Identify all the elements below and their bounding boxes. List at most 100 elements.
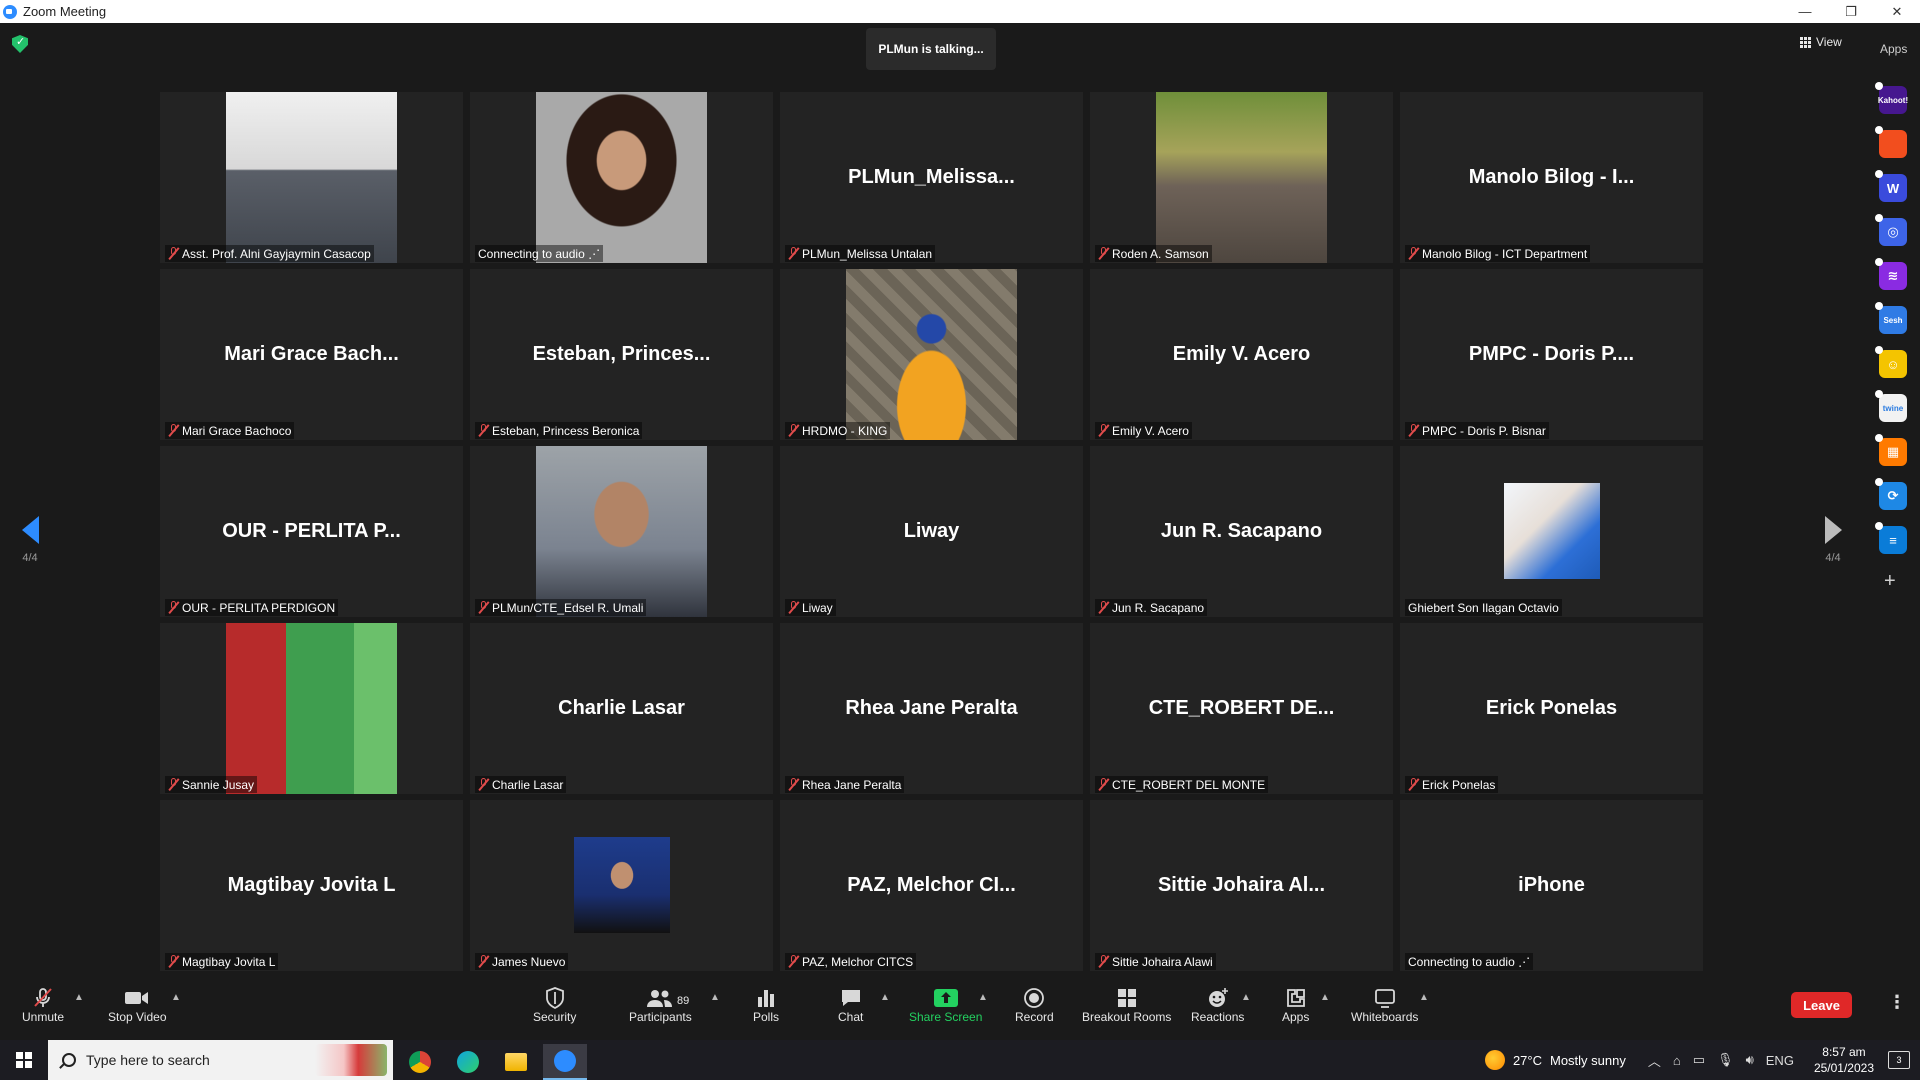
whiteboards-options-caret-icon[interactable]: ▲ bbox=[1419, 992, 1429, 1003]
twine-icon[interactable]: twine bbox=[1875, 390, 1907, 422]
temperature[interactable]: 27°C bbox=[1513, 1053, 1542, 1068]
taskbar-search-box[interactable]: Type here to search bbox=[48, 1040, 393, 1080]
system-clock[interactable]: 8:57 am 25/01/2023 bbox=[1814, 1044, 1874, 1076]
taskbar-chrome[interactable] bbox=[398, 1044, 442, 1080]
apps-sidebar: Kahoot! W ◎ ≋ Sesh ☺ twine ▦ ⟳ ≡ + bbox=[1875, 82, 1910, 593]
stop-video-button[interactable]: Stop Video bbox=[108, 986, 167, 1024]
participant-tile[interactable]: Asst. Prof. Alni Gayjaymin Casacop bbox=[160, 92, 463, 263]
participant-name-label: Jun R. Sacapano bbox=[1095, 599, 1208, 616]
stack-app-icon[interactable]: ≡ bbox=[1875, 522, 1907, 554]
participant-tile[interactable]: Mari Grace Bach... Mari Grace Bachoco bbox=[160, 269, 463, 440]
system-tray: 27°C Mostly sunny ︿ ⌂ ▭ 🎙︎ 🔊︎ ENG 8:57 a… bbox=[1484, 1040, 1920, 1080]
more-options-icon[interactable]: ⋮ bbox=[1888, 992, 1906, 1013]
participant-tile[interactable]: HRDMO - KING bbox=[780, 269, 1083, 440]
volume-icon[interactable]: 🔊︎ bbox=[1746, 1052, 1754, 1068]
close-button[interactable]: ✕ bbox=[1874, 0, 1920, 23]
whiteboards-button[interactable]: Whiteboards bbox=[1351, 986, 1418, 1024]
display-icon[interactable]: ▭ bbox=[1693, 1052, 1705, 1068]
participant-name: CTE_ROBERT DEL MONTE bbox=[1112, 777, 1266, 792]
unmute-button[interactable]: Unmute bbox=[22, 986, 64, 1024]
participant-tile[interactable]: Manolo Bilog - I... Manolo Bilog - ICT De… bbox=[1400, 92, 1703, 263]
participant-display-name: Manolo Bilog - I... bbox=[1468, 166, 1635, 188]
participant-tile[interactable]: Sannie Jusay bbox=[160, 623, 463, 794]
breakout-rooms-button[interactable]: Breakout Rooms bbox=[1082, 986, 1171, 1024]
participant-tile[interactable]: Connecting to audio ⋰ bbox=[470, 92, 773, 263]
share-options-caret-icon[interactable]: ▲ bbox=[978, 992, 988, 1003]
participant-display-name: Sittie Johaira Al... bbox=[1157, 874, 1326, 896]
participant-tile[interactable]: Sittie Johaira Al... Sittie Johaira Alawi bbox=[1090, 800, 1393, 971]
participant-tile[interactable]: James Nuevo bbox=[470, 800, 773, 971]
reactions-button[interactable]: Reactions bbox=[1191, 986, 1244, 1024]
chevron-up-icon[interactable]: ︿ bbox=[1648, 1051, 1661, 1070]
add-app-icon[interactable]: + bbox=[1884, 570, 1910, 593]
previous-page-button[interactable]: 4/4 bbox=[17, 516, 43, 564]
minimize-button[interactable]: — bbox=[1782, 0, 1828, 23]
muted-mic-icon bbox=[168, 424, 179, 437]
reactions-options-caret-icon[interactable]: ▲ bbox=[1241, 992, 1251, 1003]
share-screen-button[interactable]: Share Screen bbox=[909, 986, 982, 1024]
participant-tile[interactable]: PMPC - Doris P.... PMPC - Doris P. Bisnar bbox=[1400, 269, 1703, 440]
video-options-caret-icon[interactable]: ▲ bbox=[171, 992, 181, 1003]
participant-tile[interactable]: Esteban, Princes... Esteban, Princess Ber… bbox=[470, 269, 773, 440]
participant-tile[interactable]: PAZ, Melchor CI... PAZ, Melchor CITCS bbox=[780, 800, 1083, 971]
sync-app-icon[interactable]: ⟳ bbox=[1875, 478, 1907, 510]
app-badge-icon bbox=[1875, 258, 1883, 266]
weather-text[interactable]: Mostly sunny bbox=[1550, 1053, 1626, 1068]
participant-tile[interactable]: OUR - PERLITA P... OUR - PERLITA PERDIGON bbox=[160, 446, 463, 617]
kahoot-icon[interactable]: Kahoot! bbox=[1875, 82, 1908, 114]
participant-name-label: Rhea Jane Peralta bbox=[785, 776, 905, 793]
participant-tile[interactable]: PLMun_Melissa... PLMun_Melissa Untalan bbox=[780, 92, 1083, 263]
sesh-icon[interactable]: Sesh bbox=[1875, 302, 1907, 334]
participant-tile[interactable]: CTE_ROBERT DE... CTE_ROBERT DEL MONTE bbox=[1090, 623, 1393, 794]
participant-tile[interactable]: Erick Ponelas Erick Ponelas bbox=[1400, 623, 1703, 794]
chat-button[interactable]: Chat bbox=[838, 986, 863, 1024]
wordwall-icon[interactable]: W bbox=[1875, 170, 1907, 202]
app-label: Sesh bbox=[1883, 315, 1903, 325]
participant-name: Sannie Jusay bbox=[182, 777, 255, 792]
app-badge-icon bbox=[1875, 434, 1883, 442]
restore-button[interactable]: ❐ bbox=[1828, 0, 1874, 23]
leave-button[interactable]: Leave bbox=[1791, 992, 1852, 1018]
participant-tile[interactable]: Charlie Lasar Charlie Lasar bbox=[470, 623, 773, 794]
participant-tile[interactable]: Emily V. Acero Emily V. Acero bbox=[1090, 269, 1393, 440]
chat-options-caret-icon[interactable]: ▲ bbox=[880, 992, 890, 1003]
security-button[interactable]: Security bbox=[533, 986, 576, 1024]
microphone-icon[interactable]: 🎙︎ bbox=[1717, 1052, 1734, 1068]
participant-tile[interactable]: Liway Liway bbox=[780, 446, 1083, 617]
windows-start-icon[interactable] bbox=[16, 1052, 32, 1068]
apps-button[interactable]: Apps bbox=[1282, 986, 1309, 1024]
encryption-shield-icon[interactable] bbox=[12, 35, 28, 53]
participant-tile[interactable]: Ghiebert Son Ilagan Octavio bbox=[1400, 446, 1703, 617]
participant-tile[interactable]: Magtibay Jovita L Magtibay Jovita L bbox=[160, 800, 463, 971]
participant-name: Jun R. Sacapano bbox=[1112, 600, 1205, 615]
apps-options-caret-icon[interactable]: ▲ bbox=[1320, 992, 1330, 1003]
emoji-app-icon[interactable]: ☺ bbox=[1875, 346, 1907, 378]
next-page-button[interactable]: 4/4 bbox=[1820, 516, 1846, 564]
record-button[interactable]: Record bbox=[1015, 986, 1054, 1024]
participant-name: Charlie Lasar bbox=[492, 777, 564, 792]
taskbar-zoom[interactable] bbox=[543, 1044, 587, 1080]
participant-name: Connecting to audio ⋰ bbox=[1408, 954, 1531, 969]
polls-button[interactable]: Polls bbox=[753, 986, 779, 1024]
view-button[interactable]: View bbox=[1800, 32, 1842, 52]
notifications-icon[interactable]: 3 bbox=[1888, 1051, 1910, 1069]
grid-colors-app-icon[interactable]: ▦ bbox=[1875, 434, 1907, 466]
participant-tile[interactable]: iPhone Connecting to audio ⋰ bbox=[1400, 800, 1703, 971]
language-indicator[interactable]: ENG bbox=[1766, 1053, 1794, 1068]
participant-name-label: Emily V. Acero bbox=[1095, 422, 1192, 439]
network-icon[interactable]: ⌂ bbox=[1673, 1053, 1681, 1068]
blue-circle-app-icon[interactable]: ◎ bbox=[1875, 214, 1907, 246]
audio-options-caret-icon[interactable]: ▲ bbox=[74, 992, 84, 1003]
participant-tile[interactable]: Rhea Jane Peralta Rhea Jane Peralta bbox=[780, 623, 1083, 794]
participant-tile[interactable]: Roden A. Samson bbox=[1090, 92, 1393, 263]
participant-tile[interactable]: Jun R. Sacapano Jun R. Sacapano bbox=[1090, 446, 1393, 617]
participants-options-caret-icon[interactable]: ▲ bbox=[710, 992, 720, 1003]
red-app-icon[interactable] bbox=[1875, 126, 1907, 158]
participant-name-label: PLMun/CTE_Edsel R. Umali bbox=[475, 599, 647, 616]
participant-tile[interactable]: PLMun/CTE_Edsel R. Umali bbox=[470, 446, 773, 617]
purple-stripes-app-icon[interactable]: ≋ bbox=[1875, 258, 1907, 290]
taskbar-edge[interactable] bbox=[446, 1044, 490, 1080]
participant-name-label: OUR - PERLITA PERDIGON bbox=[165, 599, 339, 616]
muted-mic-icon bbox=[788, 424, 799, 437]
taskbar-file-explorer[interactable] bbox=[494, 1044, 538, 1080]
